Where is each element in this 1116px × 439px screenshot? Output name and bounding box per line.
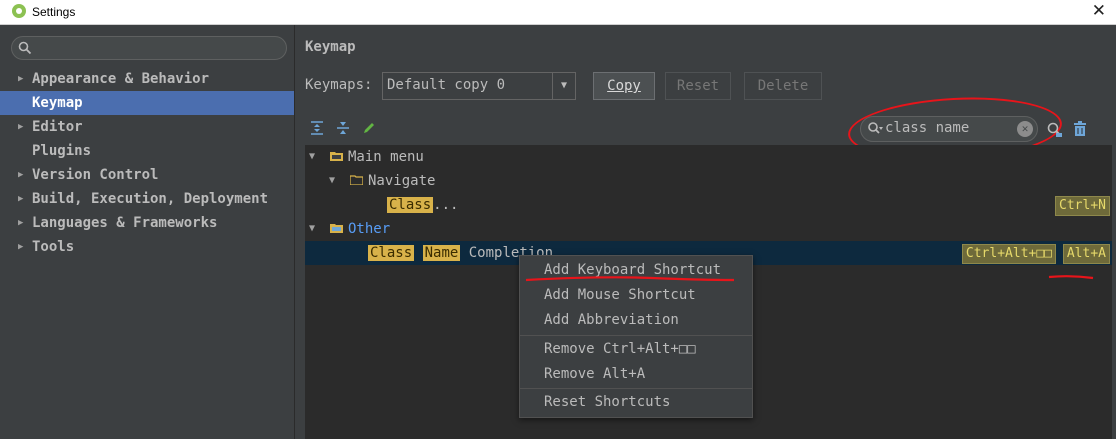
window-title: Settings <box>32 5 76 19</box>
menu-item-label: Add Keyboard Shortcut <box>544 262 722 278</box>
sidebar-item-version-control[interactable]: ▶ Version Control <box>0 163 294 187</box>
sidebar-item-label: Tools <box>32 239 75 255</box>
menu-separator <box>520 335 752 336</box>
search-icon <box>868 122 883 134</box>
menu-item-remove-ctrl-alt[interactable]: Remove Ctrl+Alt+□□ <box>520 337 752 361</box>
expand-arrow-icon[interactable]: ▶ <box>18 211 23 235</box>
keymap-filter[interactable]: class name ✕ <box>860 116 1038 142</box>
menu-item-add-abbreviation[interactable]: Add Abbreviation <box>520 308 752 332</box>
find-by-shortcut-icon[interactable] <box>1046 121 1064 143</box>
expand-arrow-icon[interactable]: ▶ <box>18 67 23 91</box>
expand-arrow-icon[interactable]: ▶ <box>18 235 23 259</box>
tree-node-class[interactable]: Class... Ctrl+N <box>305 193 1112 217</box>
sidebar-item-build[interactable]: ▶ Build, Execution, Deployment <box>0 187 294 211</box>
settings-sidebar: ▶ Appearance & Behavior Keymap ▶ Editor … <box>0 25 295 439</box>
sidebar-item-editor[interactable]: ▶ Editor <box>0 115 294 139</box>
sidebar-item-label: Build, Execution, Deployment <box>32 191 269 207</box>
menu-item-add-mouse-shortcut[interactable]: Add Mouse Shortcut <box>520 283 752 307</box>
expanded-arrow-icon[interactable]: ▼ <box>309 145 315 169</box>
tree-node-label-rest: ... <box>433 197 459 213</box>
close-icon[interactable]: ✕ <box>1092 1 1106 21</box>
clear-search-icon[interactable]: ✕ <box>1017 121 1033 137</box>
expanded-arrow-icon[interactable]: ▼ <box>309 217 315 241</box>
sidebar-search-input[interactable] <box>38 39 282 59</box>
sidebar-item-label: Keymap <box>32 95 83 111</box>
search-match-highlight: Class <box>387 197 434 213</box>
shortcut-badge: Ctrl+N <box>1055 196 1110 216</box>
sidebar-item-keymap[interactable]: Keymap <box>0 91 294 115</box>
menu-item-remove-alt-a[interactable]: Remove Alt+A <box>520 362 752 386</box>
folder-icon <box>350 175 363 185</box>
copy-button[interactable]: Copy <box>593 72 655 100</box>
tree-node-label: Navigate <box>368 173 436 189</box>
folder-icon <box>330 224 343 233</box>
menu-item-label: Reset Shortcuts <box>544 394 671 410</box>
tree-node-main-menu[interactable]: ▼ Main menu <box>305 145 1112 169</box>
trash-icon[interactable] <box>1072 121 1088 141</box>
tree-node-label: Class... <box>387 193 458 217</box>
shortcut-badge: Ctrl+Alt+□□ <box>961 244 1056 264</box>
shortcut-badge: Alt+A <box>1062 244 1110 264</box>
context-menu: Add Keyboard Shortcut Add Mouse Shortcut… <box>519 255 753 418</box>
sidebar-item-label: Appearance & Behavior <box>32 71 210 87</box>
sidebar-item-label: Plugins <box>32 143 92 159</box>
tree-node-navigate[interactable]: ▼ Navigate <box>305 169 1112 193</box>
menu-item-reset-shortcuts[interactable]: Reset Shortcuts <box>520 390 752 414</box>
reset-button[interactable]: Reset <box>665 72 731 100</box>
folder-icon <box>330 152 343 161</box>
menu-item-add-keyboard-shortcut[interactable]: Add Keyboard Shortcut <box>520 258 752 282</box>
expand-arrow-icon[interactable]: ▶ <box>18 187 23 211</box>
keymaps-label: Keymaps: <box>305 77 373 93</box>
sidebar-item-label: Languages & Frameworks <box>32 215 218 231</box>
tree-node-label: Other <box>348 221 391 237</box>
keymap-select[interactable]: Default copy 0 ▼ <box>382 72 576 100</box>
tree-node-other[interactable]: ▼ Other <box>305 217 1112 241</box>
menu-item-label: Remove Ctrl+Alt+□□ <box>544 341 696 357</box>
keymap-select-value: Default copy 0 <box>387 77 506 93</box>
search-match-highlight: Class <box>368 245 415 261</box>
sidebar-item-languages[interactable]: ▶ Languages & Frameworks <box>0 211 294 235</box>
tree-node-label: Main menu <box>348 149 424 165</box>
menu-item-label: Remove Alt+A <box>544 366 646 382</box>
sidebar-item-appearance[interactable]: ▶ Appearance & Behavior <box>0 67 294 91</box>
title-bar: Settings ✕ <box>0 0 1116 25</box>
edit-pencil-icon[interactable] <box>361 120 377 140</box>
search-match-highlight: Name <box>422 245 461 261</box>
collapse-all-icon[interactable] <box>335 120 351 140</box>
menu-item-label: Add Mouse Shortcut <box>544 287 696 303</box>
expand-all-icon[interactable] <box>309 120 325 140</box>
expand-arrow-icon[interactable]: ▶ <box>18 115 23 139</box>
sidebar-item-label: Editor <box>32 119 83 135</box>
menu-item-label: Add Abbreviation <box>544 312 679 328</box>
chevron-down-icon[interactable]: ▼ <box>552 73 575 99</box>
sidebar-item-label: Version Control <box>32 167 159 183</box>
sidebar-search[interactable] <box>11 36 287 60</box>
sidebar-item-tools[interactable]: ▶ Tools <box>0 235 294 259</box>
expanded-arrow-icon[interactable]: ▼ <box>329 169 335 193</box>
filter-input-value[interactable]: class name <box>885 120 969 136</box>
search-icon <box>18 41 32 55</box>
expand-arrow-icon[interactable]: ▶ <box>18 163 23 187</box>
menu-separator <box>520 388 752 389</box>
android-studio-icon <box>12 4 26 18</box>
delete-button[interactable]: Delete <box>744 72 822 100</box>
sidebar-item-plugins[interactable]: Plugins <box>0 139 294 163</box>
page-title: Keymap <box>305 39 356 55</box>
